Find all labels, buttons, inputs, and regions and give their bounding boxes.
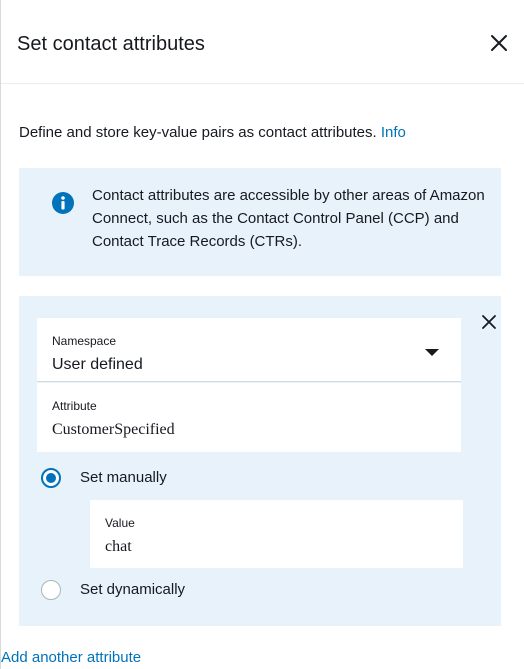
close-icon[interactable]	[488, 32, 510, 54]
namespace-value: User defined	[52, 356, 143, 373]
info-alert: Contact attributes are accessible by oth…	[19, 168, 501, 276]
panel-description: Define and store key-value pairs as cont…	[19, 124, 406, 141]
value-label: Value	[105, 516, 135, 530]
attribute-value[interactable]: CustomerSpecified	[52, 421, 175, 439]
attribute-label: Attribute	[52, 399, 97, 413]
set-dynamically-radio[interactable]	[41, 580, 61, 600]
value-input[interactable]: chat	[105, 538, 132, 556]
attribute-card: Namespace User defined Attribute Custome…	[19, 296, 501, 626]
namespace-select[interactable]: Namespace User defined	[37, 318, 461, 382]
chevron-down-icon[interactable]	[425, 349, 439, 356]
remove-attribute-icon[interactable]	[481, 314, 497, 330]
namespace-label: Namespace	[52, 334, 117, 348]
panel-header: Set contact attributes	[1, 0, 524, 84]
panel-title: Set contact attributes	[17, 33, 205, 55]
set-manually-label: Set manually	[80, 469, 167, 486]
add-another-attribute-link[interactable]: Add another attribute	[1, 649, 141, 666]
set-dynamically-label: Set dynamically	[80, 581, 186, 598]
value-field[interactable]: Value chat	[90, 500, 463, 568]
set-contact-attributes-panel: Set contact attributes Define and store …	[0, 0, 524, 669]
description-text: Define and store key-value pairs as cont…	[19, 124, 377, 141]
attribute-field[interactable]: Attribute CustomerSpecified	[37, 383, 461, 452]
info-icon	[52, 192, 74, 214]
info-link[interactable]: Info	[381, 124, 406, 141]
info-alert-text: Contact attributes are accessible by oth…	[92, 187, 485, 250]
set-manually-radio[interactable]	[41, 468, 61, 488]
